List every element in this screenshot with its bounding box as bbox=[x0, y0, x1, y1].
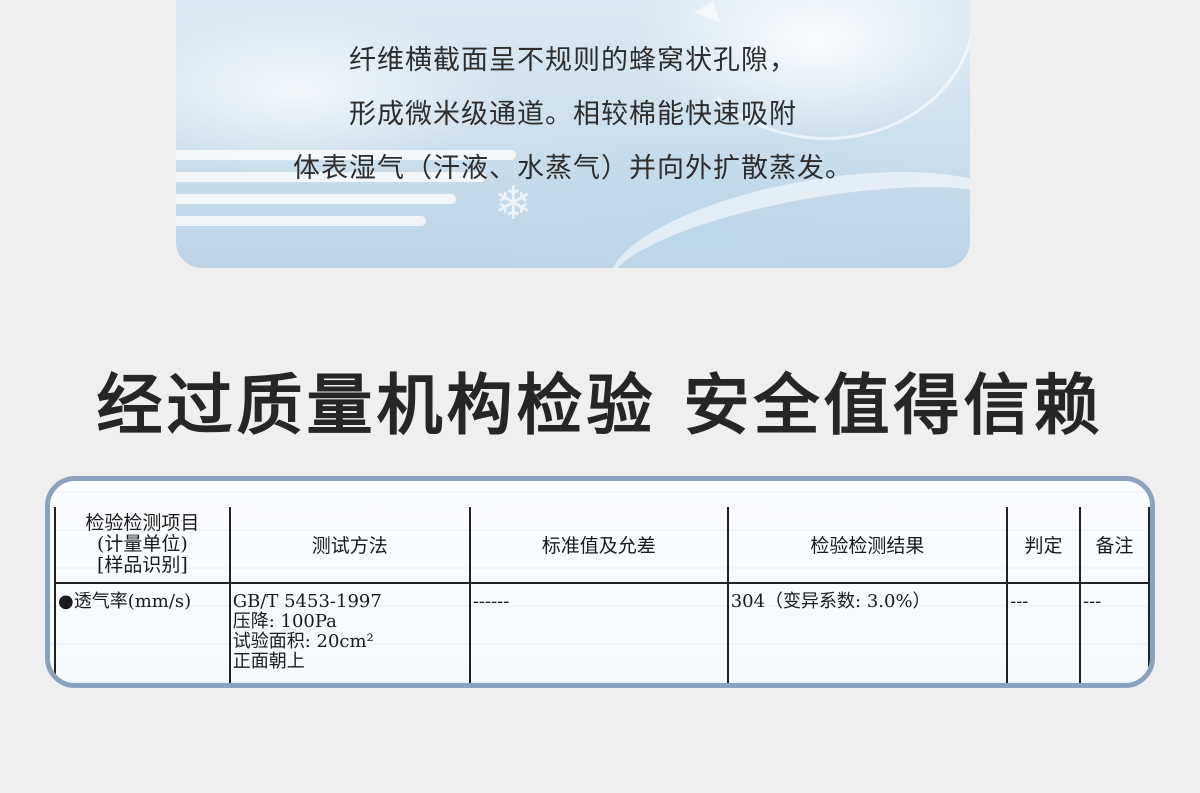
header-item-line: [样品识别] bbox=[96, 554, 188, 576]
cell-standard-value: ------ bbox=[468, 582, 729, 683]
cell-judgement: --- bbox=[1006, 582, 1081, 683]
fabric-fold-decoration bbox=[176, 216, 426, 226]
method-line: 试验面积: 20cm² bbox=[232, 631, 374, 652]
header-item-line: 检验检测项目 bbox=[85, 512, 200, 534]
hero-line: 体表湿气（汗液、水蒸气）并向外扩散蒸发。 bbox=[293, 153, 853, 184]
cell-test-item: ●透气率(mm/s) bbox=[54, 582, 231, 683]
table-header-row: 检验检测项目 (计量单位) [样品识别] 测试方法 标准值及允差 检验检测结果 … bbox=[54, 507, 1150, 584]
hero-line: 形成微米级通道。相较棉能快速吸附 bbox=[349, 99, 797, 130]
inspection-report-card: 检验检测项目 (计量单位) [样品识别] 测试方法 标准值及允差 检验检测结果 … bbox=[45, 476, 1155, 688]
method-line: GB/T 5453-1997 bbox=[232, 591, 382, 612]
hero-description: 纤维横截面呈不规则的蜂窝状孔隙， 形成微米级通道。相较棉能快速吸附 体表湿气（汗… bbox=[176, 34, 970, 196]
cell-test-method: GB/T 5453-1997 压降: 100Pa 试验面积: 20cm² 正面朝… bbox=[228, 582, 471, 683]
header-standard-value: 标准值及允差 bbox=[468, 507, 729, 584]
header-judgement: 判定 bbox=[1006, 507, 1081, 584]
hero-line: 纤维横截面呈不规则的蜂窝状孔隙， bbox=[349, 45, 797, 76]
header-item-line: (计量单位) bbox=[96, 533, 188, 555]
header-test-result: 检验检测结果 bbox=[726, 507, 1009, 584]
section-headline: 经过质量机构检验 安全值得信赖 bbox=[96, 367, 1104, 444]
table-row: ●透气率(mm/s) GB/T 5453-1997 压降: 100Pa 试验面积… bbox=[54, 582, 1150, 683]
cell-test-result: 304（变异系数: 3.0%） bbox=[726, 582, 1009, 683]
header-remarks: 备注 bbox=[1078, 507, 1150, 584]
method-line: 正面朝上 bbox=[232, 651, 305, 672]
hero-image-card: ❄ 纤维横截面呈不规则的蜂窝状孔隙， 形成微米级通道。相较棉能快速吸附 体表湿气… bbox=[176, 0, 970, 268]
header-test-item: 检验检测项目 (计量单位) [样品识别] bbox=[54, 507, 231, 584]
cell-remarks: --- bbox=[1078, 582, 1150, 683]
method-line: 压降: 100Pa bbox=[232, 611, 337, 632]
inspection-report-table: 检验检测项目 (计量单位) [样品识别] 测试方法 标准值及允差 检验检测结果 … bbox=[54, 507, 1150, 683]
header-test-method: 测试方法 bbox=[228, 507, 471, 584]
